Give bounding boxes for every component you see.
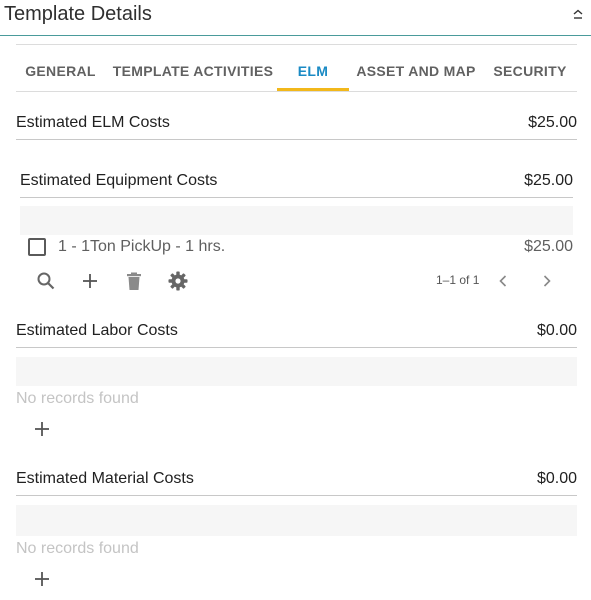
- material-add-icon[interactable]: [30, 567, 54, 591]
- active-tab-indicator: [277, 88, 349, 91]
- elm-costs-title: Estimated ELM Costs: [16, 114, 170, 131]
- material-costs-title: Estimated Material Costs: [16, 470, 194, 487]
- add-icon[interactable]: [78, 269, 102, 293]
- tab-general[interactable]: GENERAL: [16, 45, 105, 92]
- elm-costs-amount: $25.00: [528, 114, 577, 131]
- equipment-costs-amount: $25.00: [524, 172, 573, 189]
- material-costs-divider: [16, 495, 577, 496]
- equipment-table-header: [20, 206, 573, 235]
- equipment-row-amount: $25.00: [524, 238, 573, 255]
- material-empty-message: No records found: [16, 540, 139, 557]
- material-costs-amount: $0.00: [536, 470, 577, 487]
- panel-title: Template Details: [4, 3, 152, 25]
- settings-icon[interactable]: [166, 269, 190, 293]
- equipment-row-checkbox[interactable]: [28, 238, 46, 256]
- search-icon[interactable]: [34, 269, 58, 293]
- labor-add-icon[interactable]: [30, 417, 54, 441]
- delete-icon[interactable]: [122, 269, 146, 293]
- chevron-right-icon[interactable]: [535, 269, 559, 293]
- tab-security[interactable]: SECURITY: [483, 45, 577, 92]
- elm-costs-divider: [16, 139, 577, 140]
- equipment-costs-title: Estimated Equipment Costs: [20, 172, 218, 189]
- material-table-header: [16, 505, 577, 536]
- labor-costs-divider: [16, 347, 577, 348]
- labor-costs-amount: $0.00: [536, 322, 577, 339]
- pagination-label: 1–1 of 1: [436, 273, 480, 287]
- labor-table-header: [16, 357, 577, 386]
- tab-asset-and-map[interactable]: ASSET AND MAP: [349, 45, 483, 92]
- equipment-row-label: 1 - 1Ton PickUp - 1 hrs.: [58, 238, 226, 255]
- labor-costs-title: Estimated Labor Costs: [16, 322, 178, 339]
- chevron-left-icon[interactable]: [491, 269, 515, 293]
- chevron-up-icon[interactable]: [571, 6, 585, 22]
- panel-header: Template Details: [0, 0, 591, 36]
- tab-bar: GENERAL TEMPLATE ACTIVITIES ELM ASSET AN…: [16, 44, 577, 92]
- tab-elm[interactable]: ELM: [277, 45, 349, 92]
- labor-empty-message: No records found: [16, 390, 139, 407]
- tab-template-activities[interactable]: TEMPLATE ACTIVITIES: [105, 45, 281, 92]
- equipment-costs-divider: [20, 197, 573, 198]
